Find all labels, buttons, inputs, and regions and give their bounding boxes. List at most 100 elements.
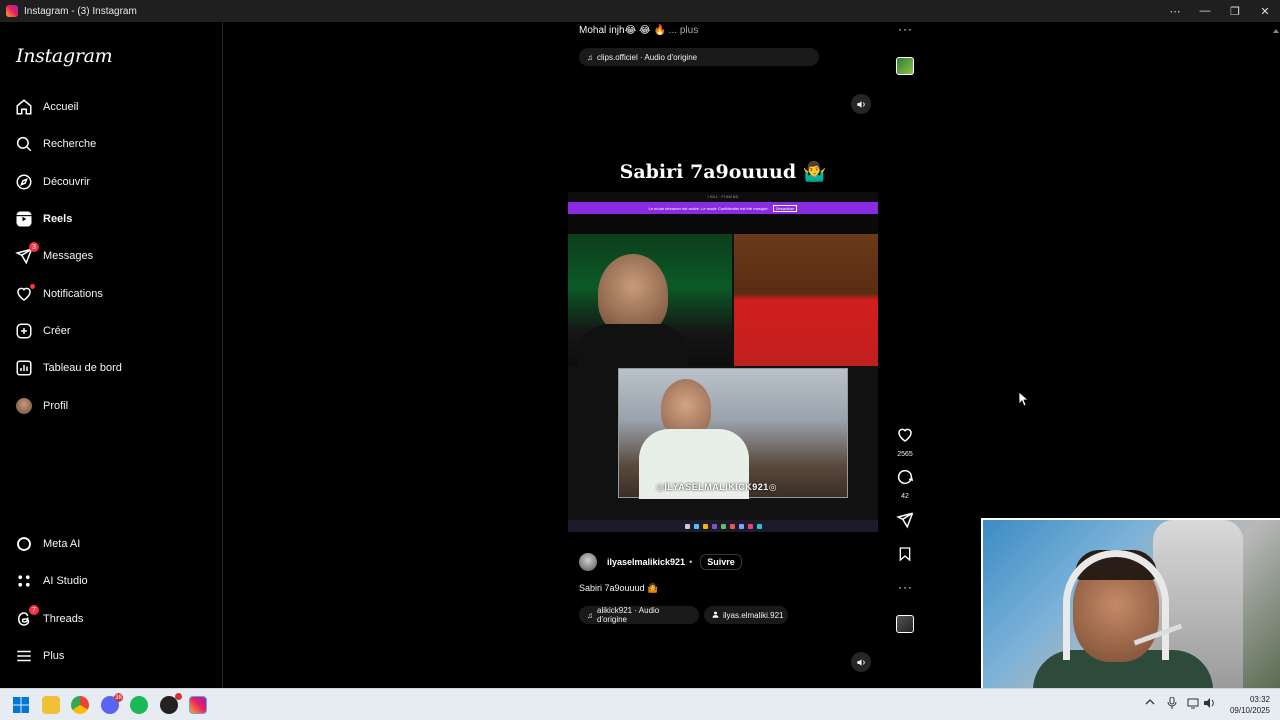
sidebar-item-label: Tableau de bord [43, 362, 122, 374]
scrollbar[interactable] [1272, 22, 1280, 33]
reel-audio-label: alikick921 · Audio d'origine [597, 606, 660, 624]
plus-square-icon [14, 321, 34, 341]
video-cam-tag: ◎ILYASELMALIKICK921◎ [656, 482, 778, 492]
webcam-headset [1063, 550, 1169, 660]
sidebar-item-accueil[interactable]: Accueil [14, 93, 214, 121]
threads-icon: 7 [14, 605, 39, 629]
like-button[interactable]: 2565 [894, 426, 916, 458]
minimize-button[interactable]: — [1190, 0, 1220, 22]
separator: • [689, 557, 693, 567]
sidebar-item-profil[interactable]: Profil [14, 392, 214, 420]
sidebar-item-meta-ai[interactable]: Meta AI [14, 530, 214, 558]
volume-icon[interactable] [1203, 697, 1215, 712]
bookmark-icon [899, 547, 911, 562]
chrome-icon[interactable] [71, 696, 89, 714]
window-title: Instagram - (3) Instagram [24, 5, 137, 17]
video-cam-right [734, 234, 878, 366]
sidebar: Instagram Accueil Recherche Découvrir Re… [0, 22, 223, 688]
close-button[interactable]: ✕ [1250, 0, 1280, 22]
heart-icon [898, 428, 912, 442]
windows-start-icon[interactable] [12, 696, 30, 714]
sidebar-item-threads[interactable]: 7 Threads [14, 605, 214, 633]
discord-icon[interactable]: 38 [101, 693, 123, 714]
sidebar-item-messages[interactable]: 3 Messages [14, 242, 214, 270]
instagram-taskbar-icon[interactable] [189, 696, 207, 714]
reel-video[interactable]: I KILL · FI AM BD Le mode streamer est a… [568, 192, 878, 532]
prev-reel-audio-thumbnail[interactable] [896, 57, 914, 75]
sidebar-item-label: AI Studio [43, 575, 88, 587]
author-username[interactable]: ilyaselmalikick921 [607, 557, 685, 567]
sidebar-item-reels[interactable]: Reels [14, 205, 214, 233]
spotify-icon[interactable] [130, 696, 148, 714]
clock-date: 09/10/2025 [1229, 706, 1270, 715]
video-streamer-banner: Le mode streamer est activé. Le mode Con… [568, 202, 878, 214]
sidebar-item-label: Accueil [43, 101, 79, 113]
threads-badge: 7 [29, 605, 39, 615]
prev-reel-audio-pill[interactable]: ♫ clips.officiel · Audio d'origine [579, 48, 819, 66]
notification-dot [30, 284, 35, 289]
windows-taskbar: 38 03:32 09/10/2025 [0, 688, 1280, 720]
search-icon [14, 134, 34, 154]
sidebar-item-plus[interactable]: Plus [14, 642, 214, 670]
sidebar-item-ai-studio[interactable]: AI Studio [14, 567, 214, 595]
share-button[interactable] [894, 511, 916, 534]
reel-author-row: ilyaselmalikick921 • Suivre [579, 552, 742, 572]
sidebar-item-label: Recherche [43, 138, 97, 150]
speaker-icon [856, 100, 865, 108]
prev-reel-audio-label: clips.officiel · Audio d'origine [597, 52, 698, 62]
video-banner-text: Le mode streamer est activé. Le mode Con… [648, 205, 769, 211]
sidebar-item-label: Meta AI [43, 538, 81, 550]
reels-icon [14, 209, 34, 229]
prev-reel-caption: Mohal injh😂 😂 🔥 ... plus [579, 25, 698, 36]
person-icon [712, 611, 719, 620]
more-options-button[interactable]: ⋯ [1160, 0, 1190, 22]
like-count: 2565 [897, 451, 913, 458]
tagged-user-label: ilyas.elmaliki.921 [723, 610, 784, 620]
reel-audio-pill[interactable]: ♫ alikick921 · Audio d'origine [579, 606, 699, 624]
sidebar-item-label: Créer [43, 325, 71, 337]
save-button[interactable] [894, 546, 916, 567]
sidebar-item-label: Notifications [43, 288, 103, 300]
meta-ai-icon [14, 534, 34, 554]
sidebar-item-tableau-de-bord[interactable]: Tableau de bord [14, 354, 214, 382]
video-person-left [598, 254, 668, 334]
sidebar-item-notifications[interactable]: Notifications [14, 280, 214, 308]
tagged-user-pill[interactable]: ilyas.elmaliki.921 [704, 606, 788, 624]
chevron-up-icon[interactable] [1145, 697, 1155, 710]
obs-badge-dot [175, 693, 182, 700]
prev-reel-more-icon[interactable]: ··· [898, 22, 913, 36]
sidebar-item-label: Messages [43, 250, 94, 262]
restore-button[interactable]: ❐ [1220, 0, 1250, 22]
reel-mute-button[interactable] [851, 652, 871, 672]
home-icon [14, 97, 34, 117]
sidebar-item-creer[interactable]: Créer [14, 317, 214, 345]
comment-button[interactable]: 42 [894, 468, 916, 500]
speaker-icon [856, 658, 865, 666]
menu-icon [14, 646, 34, 666]
profile-avatar-wrap [14, 396, 34, 416]
system-clock[interactable]: 03:32 09/10/2025 [1230, 694, 1270, 716]
video-person-left-shirt [578, 324, 688, 366]
music-note-icon: ♫ [587, 52, 593, 62]
reel-more-icon[interactable]: ··· [898, 580, 913, 594]
sidebar-item-label: Reels [43, 213, 73, 225]
instagram-logo[interactable]: Instagram [16, 45, 113, 67]
network-icon[interactable] [1187, 697, 1199, 712]
obs-icon[interactable] [160, 693, 182, 714]
avatar[interactable] [579, 553, 597, 571]
sidebar-item-recherche[interactable]: Recherche [14, 130, 214, 158]
sidebar-item-decouvrir[interactable]: Découvrir [14, 168, 214, 196]
microphone-icon[interactable] [1167, 696, 1177, 712]
sidebar-item-label: Découvrir [43, 176, 91, 188]
comment-count: 42 [901, 493, 909, 500]
prev-reel-mute-button[interactable] [851, 94, 871, 114]
more-link[interactable]: ... plus [669, 25, 698, 36]
reel-audio-thumbnail[interactable] [896, 615, 914, 633]
reel-title-overlay: Sabiri 7a9ouuud 🤷‍♂️ [619, 161, 827, 183]
file-explorer-icon[interactable] [42, 696, 60, 714]
clock-time: 03:32 [1249, 695, 1270, 704]
compass-icon [14, 172, 34, 192]
follow-button[interactable]: Suivre [700, 554, 742, 570]
heart-icon [14, 284, 35, 304]
video-stream-header: I KILL · FI AM BD [568, 192, 878, 202]
